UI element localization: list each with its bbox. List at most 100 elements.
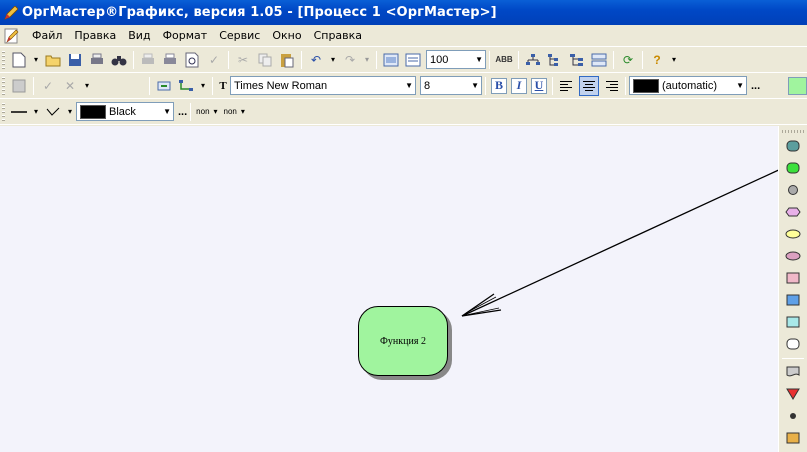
fill-color-more-button[interactable]: ... [751, 80, 760, 92]
cut-icon[interactable]: ✂ [233, 50, 253, 70]
rect-pink-shape-icon[interactable] [783, 268, 803, 288]
menu-format[interactable]: Формат [157, 29, 214, 42]
toolbar-grip[interactable] [2, 102, 5, 121]
line-color-swatch [80, 104, 106, 119]
paste-icon[interactable] [277, 50, 297, 70]
line-color-more-button[interactable]: ... [178, 106, 187, 118]
circle-gray-shape-icon[interactable] [783, 180, 803, 200]
menu-edit[interactable]: Правка [68, 29, 122, 42]
start-cap-value[interactable]: non [196, 107, 209, 116]
redo-icon[interactable]: ↷ [340, 50, 360, 70]
chevron-down-icon: ▼ [405, 81, 413, 90]
standard-toolbar: ▾ ✓ ✂ ↶ ▾ ↷ ▾ 100 ▼ ABB ⟳ ? ▾ [0, 47, 807, 73]
menu-window[interactable]: Окно [266, 29, 307, 42]
hierarchy-icon[interactable] [567, 50, 587, 70]
undo-dropdown-icon[interactable]: ▾ [328, 50, 338, 70]
chevron-down-icon: ▼ [736, 81, 744, 90]
rounded-rect-teal-shape-icon[interactable] [783, 136, 803, 156]
triangle-red-shape-icon[interactable] [783, 384, 803, 404]
toolbar-grip[interactable] [782, 130, 804, 133]
connector-style-dropdown-icon[interactable]: ▾ [65, 102, 75, 122]
hexagon-pink-shape-icon[interactable] [783, 202, 803, 222]
dot-shape-icon[interactable] [783, 406, 803, 426]
line-color-combo[interactable]: Black ▼ [76, 102, 174, 121]
app-pencil-icon [4, 5, 18, 20]
print-setup-icon[interactable] [87, 50, 107, 70]
function-node[interactable]: Функция 2 [358, 306, 448, 376]
align-left-icon[interactable] [557, 76, 577, 96]
view-page-icon[interactable] [381, 50, 401, 70]
connector-style-icon[interactable] [43, 102, 63, 122]
line-toolbar: ▾ ▾ Black ▼ ... non ▾ non ▾ [0, 99, 807, 125]
open-folder-icon[interactable] [43, 50, 63, 70]
connector-dropdown-icon[interactable]: ▾ [198, 76, 208, 96]
accept-check-icon[interactable]: ✓ [38, 76, 58, 96]
ellipse-yellow-shape-icon[interactable] [783, 224, 803, 244]
font-type-icon[interactable]: T [217, 76, 229, 96]
copy-icon[interactable] [255, 50, 275, 70]
split-view-icon[interactable] [589, 50, 609, 70]
title-bar: ОргМастер®Графикс, версия 1.05 - [Процес… [0, 0, 807, 25]
bold-button[interactable]: B [491, 77, 507, 94]
org-chart-icon[interactable] [523, 50, 543, 70]
function-node-label: Функция 2 [380, 335, 426, 347]
connector-icon[interactable] [176, 76, 196, 96]
font-size-value: 8 [424, 79, 431, 92]
properties-icon[interactable] [9, 76, 29, 96]
fill-color-combo[interactable]: (automatic) ▼ [629, 76, 747, 95]
menu-view[interactable]: Вид [122, 29, 156, 42]
new-dropdown-icon[interactable]: ▾ [31, 50, 41, 70]
zoom-combo[interactable]: 100 ▼ [426, 50, 486, 69]
arrange-icon[interactable] [154, 76, 174, 96]
end-cap-dropdown-icon[interactable]: ▾ [238, 102, 248, 122]
font-name-value: Times New Roman [234, 79, 328, 92]
menu-file[interactable]: Файл [26, 29, 68, 42]
start-cap-dropdown-icon[interactable]: ▾ [211, 102, 221, 122]
refresh-icon[interactable]: ⟳ [618, 50, 638, 70]
spellcheck-icon[interactable]: ✓ [204, 50, 224, 70]
align-center-icon[interactable] [579, 75, 599, 96]
ellipse-pink-shape-icon[interactable] [783, 246, 803, 266]
redo-dropdown-icon[interactable]: ▾ [362, 50, 372, 70]
undo-icon[interactable]: ↶ [306, 50, 326, 70]
underline-button[interactable]: U [531, 77, 547, 94]
rounded-rect-white-shape-icon[interactable] [783, 334, 803, 354]
diagram-canvas[interactable]: Функция 2 [0, 126, 778, 452]
zoom-value: 100 [430, 53, 449, 66]
document-shape-icon[interactable] [783, 362, 803, 382]
rect-blue-shape-icon[interactable] [783, 290, 803, 310]
line-style-dropdown-icon[interactable]: ▾ [31, 102, 41, 122]
document-icon[interactable] [3, 27, 21, 45]
format-toolbar: ✓ ✕ ▾ ▾ T Times New Roman ▼ 8 ▼ B I U (a… [0, 73, 807, 99]
line-style-icon[interactable] [9, 102, 29, 122]
menu-bar: Файл Правка Вид Формат Сервис Окно Справ… [0, 25, 807, 47]
font-name-combo[interactable]: Times New Roman ▼ [230, 76, 416, 95]
tree-view-icon[interactable] [545, 50, 565, 70]
view-layout-icon[interactable] [403, 50, 423, 70]
help-dropdown-icon[interactable]: ▾ [669, 50, 679, 70]
rect-orange-shape-icon[interactable] [783, 428, 803, 448]
print-icon[interactable] [160, 50, 180, 70]
italic-button[interactable]: I [511, 77, 527, 94]
menu-help[interactable]: Справка [308, 29, 368, 42]
rounded-rect-green-shape-icon[interactable] [783, 158, 803, 178]
rect-cyan-shape-icon[interactable] [783, 312, 803, 332]
font-size-combo[interactable]: 8 ▼ [420, 76, 482, 95]
chevron-down-icon: ▼ [471, 81, 479, 90]
text-abc-icon[interactable]: ABB [494, 50, 514, 70]
toolbar-grip[interactable] [2, 50, 5, 69]
reject-dropdown-icon[interactable]: ▾ [82, 76, 92, 96]
reject-x-icon[interactable]: ✕ [60, 76, 80, 96]
find-binoculars-icon[interactable] [109, 50, 129, 70]
chevron-down-icon: ▼ [475, 55, 483, 64]
save-icon[interactable] [65, 50, 85, 70]
help-icon[interactable]: ? [647, 50, 667, 70]
new-file-icon[interactable] [9, 50, 29, 70]
end-cap-value[interactable]: non [224, 107, 237, 116]
align-right-icon[interactable] [601, 76, 621, 96]
menu-tools[interactable]: Сервис [213, 29, 266, 42]
print-preview-icon[interactable] [182, 50, 202, 70]
toolbar-grip[interactable] [2, 76, 5, 95]
print-disabled-icon[interactable] [138, 50, 158, 70]
green-color-swatch[interactable] [788, 77, 807, 95]
